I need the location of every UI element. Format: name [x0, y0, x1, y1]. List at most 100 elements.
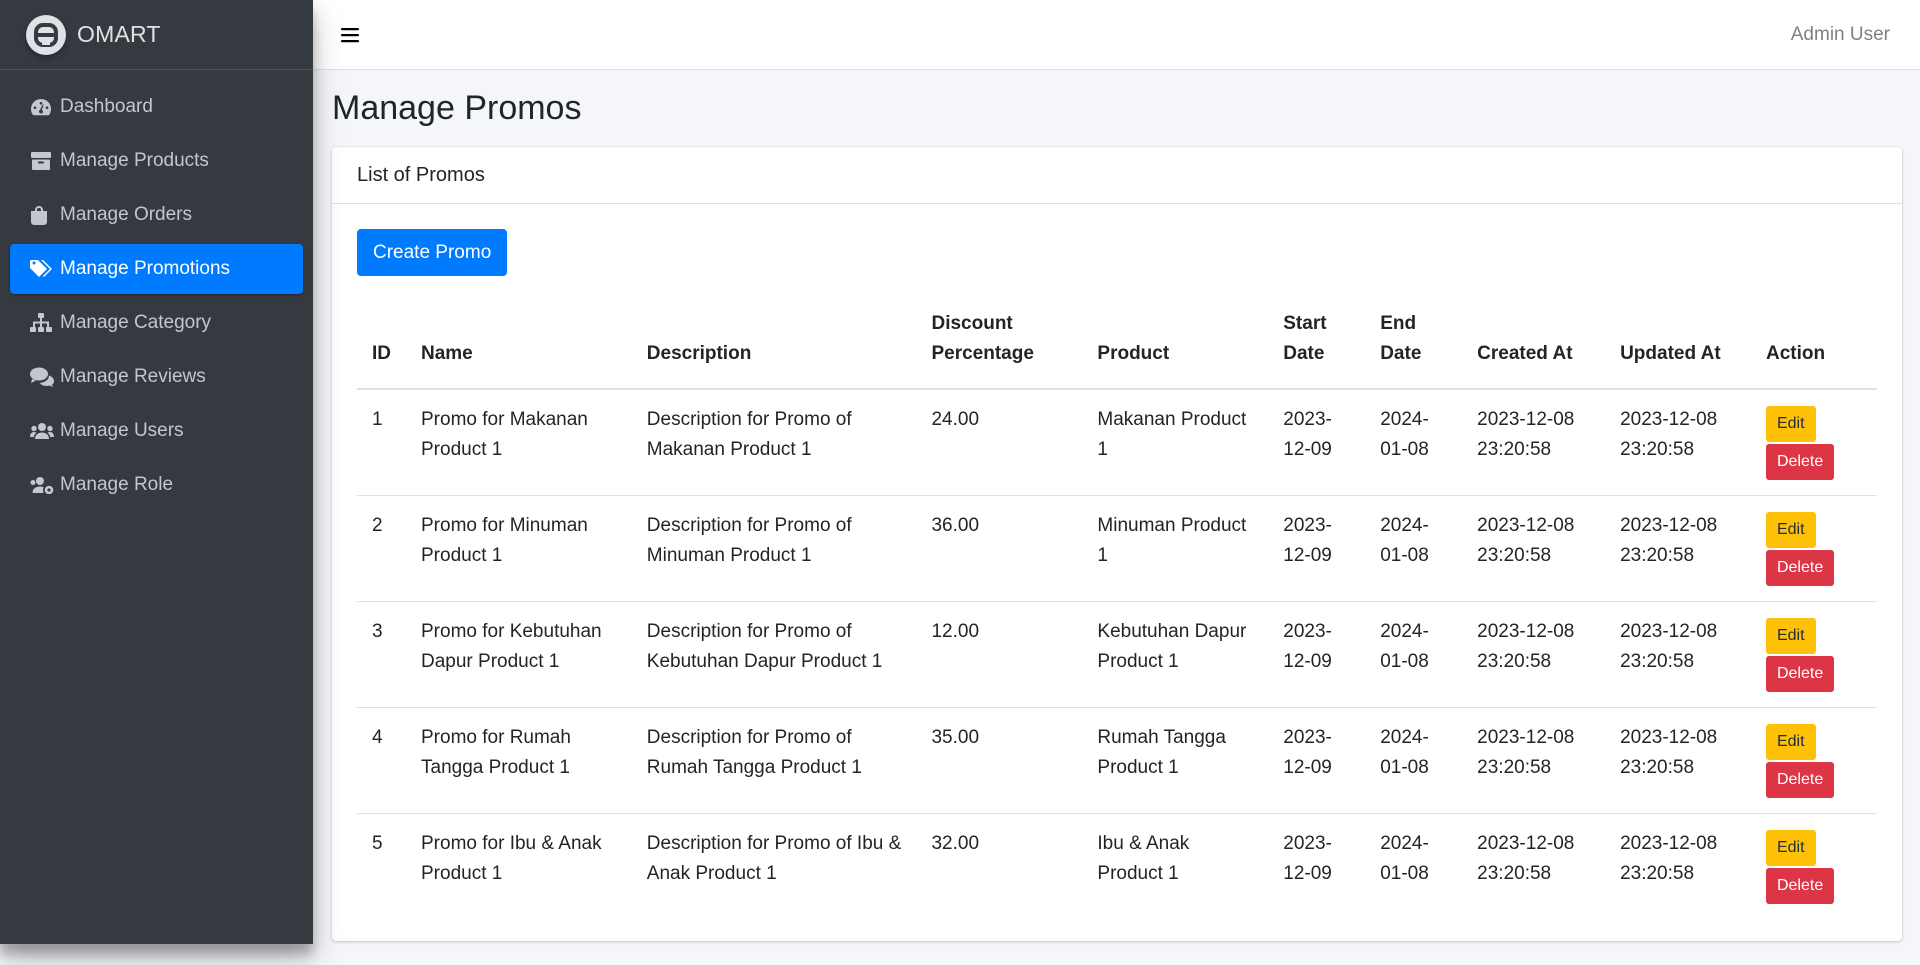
cell-line: 2023- — [1283, 409, 1332, 431]
edit-button[interactable]: Edit — [1765, 512, 1816, 549]
column-header-description: Description — [631, 296, 917, 391]
cell-updated-at: 2023-12-08 23:20:58 — [1605, 707, 1751, 814]
cell-created-at: 2023-12-08 23:20:58 — [1462, 601, 1606, 708]
table-row: 1 Promo for Makanan Product 1 Description… — [357, 389, 1877, 496]
sidebar-item-category[interactable]: Manage Category — [10, 298, 303, 348]
cell-discount: 32.00 — [916, 813, 1083, 920]
cell-updated-at: 2023-12-08 23:20:58 — [1605, 389, 1751, 496]
brand-name: OMART — [77, 21, 161, 47]
box-icon — [30, 150, 54, 172]
column-header-product: Product — [1082, 296, 1269, 391]
cell-id: 2 — [357, 495, 406, 602]
header-line: Date — [1283, 343, 1325, 365]
cell-line: 2023-12-08 — [1477, 409, 1575, 431]
cell-line: 2024- — [1380, 833, 1429, 855]
sidebar-item-reviews[interactable]: Manage Reviews — [10, 352, 303, 402]
cell-product: Makanan Product 1 — [1082, 389, 1268, 496]
cell-line: 2024- — [1380, 727, 1429, 749]
cell-line: Promo for Kebutuhan — [421, 621, 602, 643]
cell-actions: Edit Delete — [1750, 601, 1877, 708]
cell-line: Ibu & Anak — [1097, 833, 1190, 855]
cell-line: 12-09 — [1283, 651, 1332, 673]
cell-line: 2023- — [1283, 621, 1332, 643]
cell-line: 01-08 — [1380, 439, 1429, 461]
shopping-bag-icon — [30, 204, 54, 226]
column-header-end-date: End Date — [1365, 296, 1463, 391]
cell-actions: Edit Delete — [1750, 813, 1877, 920]
sidebar-item-users[interactable]: Manage Users — [10, 406, 303, 456]
cell-line: Dapur Product 1 — [421, 651, 560, 673]
delete-button[interactable]: Delete — [1765, 656, 1835, 693]
cell-created-at: 2023-12-08 23:20:58 — [1462, 495, 1606, 602]
sidebar-item-label: Manage Reviews — [60, 366, 206, 387]
cell-line: 2024- — [1380, 621, 1429, 643]
cell-line: 23:20:58 — [1620, 651, 1695, 673]
cell-start-date: 2023- 12-09 — [1268, 707, 1366, 814]
cell-line: Promo for Rumah — [421, 727, 571, 749]
cell-line: 2023-12-08 — [1620, 409, 1718, 431]
cell-description: Description for Promo of Minuman Product … — [631, 495, 917, 602]
sidebar-item-products[interactable]: Manage Products — [10, 136, 303, 186]
sidebar-nav: Dashboard Manage Products Manage Orders … — [0, 70, 313, 510]
users-icon — [30, 420, 54, 442]
delete-button[interactable]: Delete — [1765, 762, 1835, 799]
column-header-name: Name — [406, 296, 632, 391]
cell-end-date: 2024- 01-08 — [1365, 707, 1463, 814]
card-header: List of Promos — [332, 147, 1902, 205]
create-promo-button[interactable]: Create Promo — [357, 229, 508, 277]
cell-line: 23:20:58 — [1477, 863, 1552, 885]
sidebar-item-dashboard[interactable]: Dashboard — [10, 82, 303, 132]
cell-line: 1 — [1097, 545, 1108, 567]
action-buttons: Edit Delete — [1765, 511, 1862, 587]
delete-button[interactable]: Delete — [1765, 550, 1835, 587]
cell-start-date: 2023- 12-09 — [1268, 495, 1366, 602]
promos-card: List of Promos Create Promo ID Name Desc… — [332, 147, 1902, 942]
edit-button[interactable]: Edit — [1765, 406, 1816, 443]
comments-icon — [30, 366, 54, 388]
delete-button[interactable]: Delete — [1765, 444, 1835, 481]
cell-line: Minuman Product 1 — [646, 545, 812, 567]
tachometer-icon — [30, 96, 54, 118]
cell-line: 2023-12-08 — [1477, 833, 1575, 855]
sidebar-item-role[interactable]: Manage Role — [10, 460, 303, 510]
cell-line: Description for Promo of — [646, 409, 852, 431]
delete-button[interactable]: Delete — [1765, 868, 1835, 905]
cell-line: Makanan Product 1 — [646, 439, 812, 461]
edit-button[interactable]: Edit — [1765, 830, 1816, 867]
cell-line: 23:20:58 — [1620, 439, 1695, 461]
sidebar-item-promotions[interactable]: Manage Promotions — [10, 244, 303, 294]
brand-link[interactable]: OMART — [0, 0, 313, 70]
table-body: 1 Promo for Makanan Product 1 Description… — [357, 389, 1877, 920]
cell-description: Description for Promo of Ibu & Anak Produ… — [631, 813, 917, 920]
page-title: Manage Promos — [332, 89, 582, 127]
cell-created-at: 2023-12-08 23:20:58 — [1462, 813, 1606, 920]
cell-discount: 12.00 — [916, 601, 1083, 708]
table-row: 3 Promo for Kebutuhan Dapur Product 1 Des… — [357, 601, 1877, 708]
cell-name: Promo for Ibu & Anak Product 1 — [406, 813, 632, 920]
column-header-discount: Discount Percentage — [916, 296, 1083, 391]
sidebar-item-label: Manage Users — [60, 420, 184, 441]
cell-line: 12-09 — [1283, 757, 1332, 779]
cell-description: Description for Promo of Rumah Tangga Pro… — [631, 707, 917, 814]
cell-line: Makanan Product — [1097, 409, 1247, 431]
sidebar-item-orders[interactable]: Manage Orders — [10, 190, 303, 240]
cell-line: Product 1 — [421, 863, 503, 885]
cell-line: 01-08 — [1380, 545, 1429, 567]
table-header-row: ID Name Description Discount Percentage P… — [357, 296, 1877, 391]
edit-button[interactable]: Edit — [1765, 618, 1816, 655]
cell-discount: 35.00 — [916, 707, 1083, 814]
edit-button[interactable]: Edit — [1765, 724, 1816, 761]
tags-icon — [30, 258, 54, 280]
header-line: Start — [1283, 313, 1327, 335]
cell-actions: Edit Delete — [1750, 495, 1877, 602]
cell-line: Description for Promo of — [646, 727, 852, 749]
bars-icon[interactable] — [341, 27, 359, 43]
cell-line: Anak Product 1 — [646, 863, 777, 885]
cell-product: Minuman Product 1 — [1082, 495, 1269, 602]
top-navbar: Admin User — [313, 0, 1920, 70]
table-row: 5 Promo for Ibu & Anak Product 1 Descript… — [357, 813, 1877, 920]
user-menu[interactable]: Admin User — [1791, 24, 1890, 46]
cell-line: 2024- — [1380, 409, 1429, 431]
cell-discount: 36.00 — [916, 495, 1083, 602]
cell-line: Product 1 — [421, 439, 503, 461]
